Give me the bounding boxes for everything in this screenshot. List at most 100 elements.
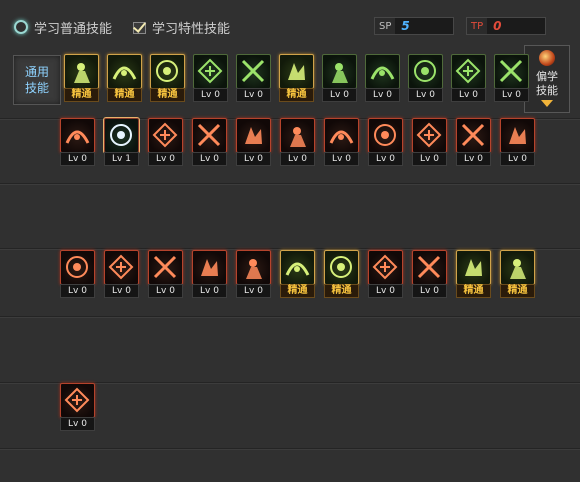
skill-slot[interactable]: Lv 0 xyxy=(451,54,486,102)
skill-slot[interactable]: Lv 0 xyxy=(236,250,271,298)
skill-slot[interactable]: 精通 xyxy=(500,250,535,298)
vortex-figure-icon xyxy=(500,118,535,153)
skill-slot[interactable]: Lv 0 xyxy=(193,54,228,102)
kneel-figure-icon xyxy=(322,54,357,89)
tab-trait-label: 学习特性技能 xyxy=(152,21,231,37)
skill-level-label: Lv 0 xyxy=(60,284,95,298)
skill-level-label: 精通 xyxy=(64,88,99,102)
skill-level-label: Lv 0 xyxy=(192,152,227,166)
target-icon xyxy=(236,54,271,89)
skill-level-label: Lv 0 xyxy=(192,284,227,298)
skill-slot[interactable]: Lv 0 xyxy=(60,118,95,166)
explosion-icon xyxy=(280,250,315,285)
skill-level-label: Lv 0 xyxy=(368,284,403,298)
tp-tag: TP xyxy=(467,18,488,34)
eye-icon xyxy=(408,54,443,89)
blast-icon xyxy=(192,250,227,285)
row-divider xyxy=(0,448,580,450)
skill-level-label: Lv 0 xyxy=(408,88,443,102)
skill-slot[interactable]: Lv 0 xyxy=(368,250,403,298)
skill-slot[interactable]: Lv 0 xyxy=(280,118,315,166)
tab-normal-skills[interactable]: 学习普通技能 xyxy=(14,16,112,38)
armor-figure-icon xyxy=(451,54,486,89)
moon-cross-icon xyxy=(103,117,140,154)
skill-slot[interactable]: Lv 0 xyxy=(408,54,443,102)
claw-swipe-icon xyxy=(412,118,447,153)
skill-level-label: Lv 0 xyxy=(500,152,535,166)
skill-slot[interactable]: Lv 0 xyxy=(365,54,400,102)
crescent-icon xyxy=(148,118,183,153)
tab-trait-skills[interactable]: 学习特性技能 xyxy=(132,16,230,38)
skill-slot[interactable]: 精通 xyxy=(456,250,491,298)
skill-slot[interactable]: Lv 0 xyxy=(412,118,447,166)
spark-burst-icon xyxy=(104,250,139,285)
tornado-figure-icon xyxy=(500,250,535,285)
skill-level-label: 精通 xyxy=(280,284,315,298)
beast-burst-icon xyxy=(324,250,359,285)
skill-level-label: Lv 0 xyxy=(456,152,491,166)
skill-level-label: Lv 0 xyxy=(236,152,271,166)
skill-window: 学习普通技能 学习特性技能 SP 5 TP 0 通用技能 偏学技能 精通 精通 精通… xyxy=(0,0,580,482)
skill-slot[interactable]: 精通 xyxy=(150,54,185,102)
sp-counter: SP 5 xyxy=(374,17,454,35)
skill-level-label: Lv 0 xyxy=(104,284,139,298)
radio-icon xyxy=(14,20,28,34)
rise-figure-icon xyxy=(107,54,142,89)
skill-slot[interactable]: Lv 0 xyxy=(236,118,271,166)
checkmark-icon xyxy=(132,20,146,34)
skill-slot[interactable]: Lv 0 xyxy=(324,118,359,166)
orb-figure-icon xyxy=(365,54,400,89)
skill-slot[interactable]: Lv 0 xyxy=(412,250,447,298)
skill-slot[interactable]: 精通 xyxy=(107,54,142,102)
skill-slot[interactable]: 精通 xyxy=(64,54,99,102)
skill-level-label: Lv 0 xyxy=(193,88,228,102)
skill-level-label: Lv 0 xyxy=(236,284,271,298)
skill-slot[interactable]: Lv 0 xyxy=(60,383,95,431)
skill-level-label: Lv 0 xyxy=(368,152,403,166)
spiral-icon xyxy=(60,383,95,418)
flame-orb-icon xyxy=(539,50,555,66)
skill-slot[interactable]: Lv 0 xyxy=(368,118,403,166)
skill-slot[interactable]: Lv 0 xyxy=(500,118,535,166)
skill-slot[interactable]: 精通 xyxy=(280,250,315,298)
skill-slot[interactable]: Lv 0 xyxy=(148,118,183,166)
skill-level-label: 精通 xyxy=(107,88,142,102)
skill-slot[interactable]: 精通 xyxy=(324,250,359,298)
tab-normal-label: 学习普通技能 xyxy=(34,21,113,37)
skill-slot[interactable]: Lv 0 xyxy=(494,54,529,102)
sit-meditate-icon xyxy=(64,54,99,89)
flame-hand-icon xyxy=(368,118,403,153)
skill-level-label: Lv 0 xyxy=(494,88,529,102)
swing-figure-icon xyxy=(494,54,529,89)
row-divider xyxy=(0,183,580,185)
skill-level-label: 精通 xyxy=(324,284,359,298)
tp-value: 0 xyxy=(493,19,502,33)
dash-figure-icon xyxy=(150,54,185,89)
skill-level-label: Lv 0 xyxy=(236,88,271,102)
fist-icon xyxy=(280,118,315,153)
skill-level-label: Lv 0 xyxy=(365,88,400,102)
skill-slot[interactable]: Lv 0 xyxy=(236,54,271,102)
skill-level-label: Lv 1 xyxy=(104,152,139,166)
rune-circle-icon xyxy=(192,118,227,153)
skill-slot[interactable]: Lv 0 xyxy=(456,118,491,166)
preferred-skills-toggle[interactable]: 偏学技能 xyxy=(524,45,570,113)
skill-level-label: 精通 xyxy=(500,284,535,298)
row-divider xyxy=(0,316,580,318)
skill-slot[interactable]: 精通 xyxy=(279,54,314,102)
skill-level-label: Lv 0 xyxy=(412,152,447,166)
skill-slot[interactable]: Lv 0 xyxy=(148,250,183,298)
skill-slot[interactable]: Lv 0 xyxy=(192,250,227,298)
skill-level-label: Lv 0 xyxy=(60,152,95,166)
skill-slot[interactable]: Lv 1 xyxy=(103,117,140,166)
skill-level-label: Lv 0 xyxy=(60,417,95,431)
common-skills-text: 通用技能 xyxy=(24,65,49,95)
skill-slot[interactable]: Lv 0 xyxy=(104,250,139,298)
chevron-down-icon xyxy=(541,100,553,107)
run-figure-icon xyxy=(148,250,183,285)
skill-slot[interactable]: Lv 0 xyxy=(322,54,357,102)
skill-slot[interactable]: Lv 0 xyxy=(60,250,95,298)
preferred-skills-text: 偏学技能 xyxy=(536,70,558,97)
skill-slot[interactable]: Lv 0 xyxy=(192,118,227,166)
dark-orb-icon xyxy=(236,250,271,285)
